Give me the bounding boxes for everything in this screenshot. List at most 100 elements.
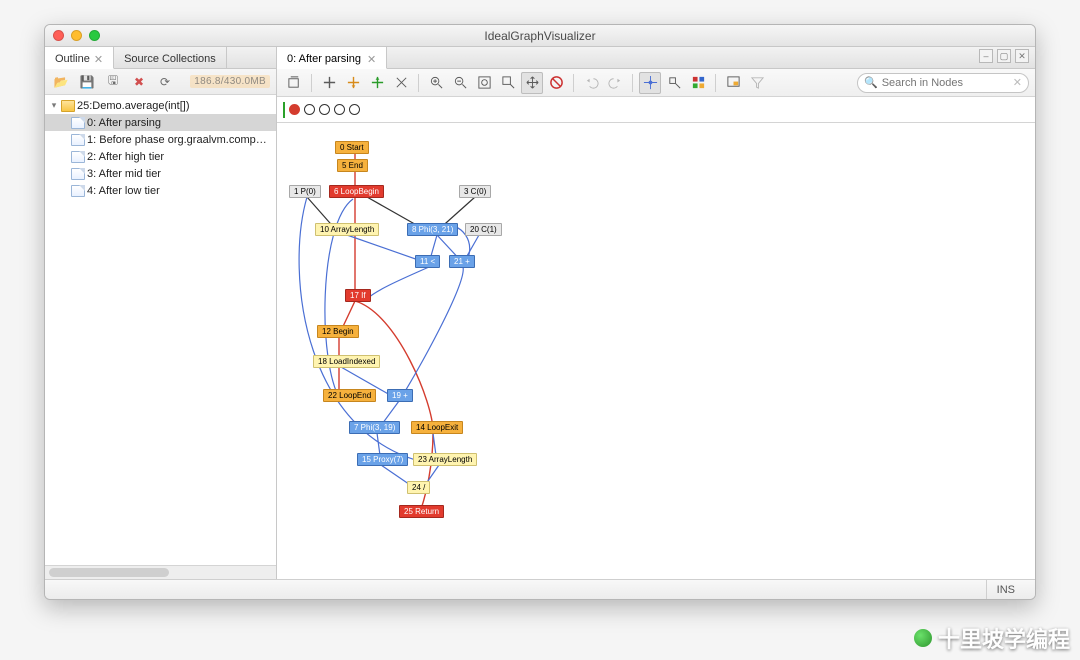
pan-mode-icon[interactable] (521, 72, 543, 94)
outline-toolbar: 📂 💾 🖫 ✖ ⟳ 186.8/430.0MB (45, 69, 276, 95)
graph-node[interactable]: 3 C(0) (459, 185, 491, 198)
zoom-in-icon[interactable] (425, 72, 447, 94)
watermark-icon (914, 629, 932, 647)
graph-node[interactable]: 21 + (449, 255, 475, 268)
graph-node[interactable]: 11 < (415, 255, 440, 268)
editor-window-controls: – ▢ ✕ (979, 47, 1035, 68)
graph-node[interactable]: 7 Phi(3, 19) (349, 421, 400, 434)
folder-icon (61, 100, 75, 112)
tree-item[interactable]: 1: Before phase org.graalvm.comp… (45, 131, 276, 148)
tree-item-label: 3: After mid tier (87, 168, 161, 180)
tree-root-label: 25:Demo.average(int[]) (77, 100, 190, 112)
graph-node[interactable]: 12 Begin (317, 325, 359, 338)
graph-node[interactable]: 14 LoopExit (411, 421, 463, 434)
expand-icon[interactable] (318, 72, 340, 94)
redo-icon[interactable] (604, 72, 626, 94)
move-icon[interactable] (639, 72, 661, 94)
phase-dot-icon[interactable] (349, 104, 360, 115)
content-area: Outline ✕ Source Collections 📂 💾 🖫 ✖ ⟳ 1… (45, 47, 1035, 579)
extract-icon[interactable] (663, 72, 685, 94)
graph-node[interactable]: 17 If (345, 289, 371, 302)
tree-item-label: 1: Before phase org.graalvm.comp… (87, 134, 267, 146)
app-window: IdealGraphVisualizer Outline ✕ Source Co… (44, 24, 1036, 600)
editor-tab-label: 0: After parsing (287, 53, 361, 65)
zoom-select-icon[interactable] (497, 72, 519, 94)
expand-pred-icon[interactable] (366, 72, 388, 94)
tree-item[interactable]: 2: After high tier (45, 148, 276, 165)
graph-node[interactable]: 5 End (337, 159, 368, 172)
graph-canvas[interactable]: 0 Start 5 End 1 P(0) 6 LoopBegin 3 C(0) 10 Ar… (277, 123, 1035, 579)
left-panel: Outline ✕ Source Collections 📂 💾 🖫 ✖ ⟳ 1… (45, 47, 277, 579)
document-icon (71, 151, 85, 163)
search-icon: 🔍 (864, 76, 878, 89)
graph-node[interactable]: 0 Start (335, 141, 369, 154)
graph-node[interactable]: 20 C(1) (465, 223, 502, 236)
expand-succ-icon[interactable] (342, 72, 364, 94)
titlebar: IdealGraphVisualizer (45, 25, 1035, 47)
stop-icon[interactable] (545, 72, 567, 94)
graph-node[interactable]: 6 LoopBegin (329, 185, 384, 198)
graph-node[interactable]: 15 Proxy(7) (357, 453, 408, 466)
save-all-icon[interactable]: 🖫 (103, 72, 123, 92)
tree-item-label: 2: After high tier (87, 151, 164, 163)
close-pane-icon[interactable]: ✕ (1015, 49, 1029, 63)
collapse-icon[interactable] (390, 72, 412, 94)
horizontal-scrollbar[interactable] (45, 565, 276, 579)
tab-label: Outline (55, 53, 90, 65)
layout-icon[interactable] (687, 72, 709, 94)
search-input[interactable] (882, 77, 1009, 89)
editor-tabs: 0: After parsing ✕ – ▢ ✕ (277, 47, 1035, 69)
restore-pane-icon[interactable]: ▢ (997, 49, 1011, 63)
tree-item[interactable]: 3: After mid tier (45, 165, 276, 182)
refresh-icon[interactable]: ⟳ (155, 72, 175, 92)
phase-marker-icon (283, 102, 285, 118)
graph-node[interactable]: 10 ArrayLength (315, 223, 379, 236)
phase-thumbnails[interactable] (277, 97, 1035, 123)
undo-icon[interactable] (580, 72, 602, 94)
tab-label: Source Collections (124, 53, 216, 65)
minimize-pane-icon[interactable]: – (979, 49, 993, 63)
graph-node[interactable]: 8 Phi(3, 21) (407, 223, 458, 236)
graph-node[interactable]: 18 LoadIndexed (313, 355, 380, 368)
graph-edges (277, 123, 1035, 579)
watermark: 十里坡学编程 (914, 622, 1070, 654)
editor-tab[interactable]: 0: After parsing ✕ (277, 47, 387, 69)
phase-dot-icon[interactable] (304, 104, 315, 115)
export-icon[interactable] (283, 72, 305, 94)
status-bar: INS (45, 579, 1035, 599)
phase-dot-icon[interactable] (319, 104, 330, 115)
graph-node[interactable]: 1 P(0) (289, 185, 321, 198)
close-icon[interactable]: ✕ (94, 53, 103, 66)
tab-source-collections[interactable]: Source Collections (114, 47, 227, 68)
save-icon[interactable]: 💾 (77, 72, 97, 92)
tree-item[interactable]: 0: After parsing (45, 114, 276, 131)
graph-node[interactable]: 24 / (407, 481, 430, 494)
zoom-out-icon[interactable] (449, 72, 471, 94)
close-icon[interactable]: ✕ (367, 53, 376, 66)
memory-indicator: 186.8/430.0MB (190, 75, 270, 88)
clear-search-icon[interactable]: ✕ (1013, 76, 1022, 89)
graph-node[interactable]: 25 Return (399, 505, 444, 518)
tree-item[interactable]: 4: After low tier (45, 182, 276, 199)
delete-icon[interactable]: ✖ (129, 72, 149, 92)
graph-node[interactable]: 19 + (387, 389, 413, 402)
right-panel: 0: After parsing ✕ – ▢ ✕ (277, 47, 1035, 579)
search-box[interactable]: 🔍 ✕ (857, 73, 1029, 93)
document-icon (71, 168, 85, 180)
document-icon (71, 185, 85, 197)
zoom-fit-icon[interactable] (473, 72, 495, 94)
tree-root[interactable]: ▾ 25:Demo.average(int[]) (45, 97, 276, 114)
tab-outline[interactable]: Outline ✕ (45, 47, 114, 69)
satellite-icon[interactable] (722, 72, 744, 94)
phase-dot-icon[interactable] (334, 104, 345, 115)
phase-dot-icon[interactable] (289, 104, 300, 115)
open-icon[interactable]: 📂 (51, 72, 71, 92)
left-tabs: Outline ✕ Source Collections (45, 47, 276, 69)
graph-node[interactable]: 22 LoopEnd (323, 389, 376, 402)
window-title: IdealGraphVisualizer (45, 29, 1035, 43)
expand-icon[interactable]: ▾ (49, 100, 59, 111)
filter-icon[interactable] (746, 72, 768, 94)
document-icon (71, 134, 85, 146)
tree-item-label: 4: After low tier (87, 185, 160, 197)
graph-node[interactable]: 23 ArrayLength (413, 453, 477, 466)
